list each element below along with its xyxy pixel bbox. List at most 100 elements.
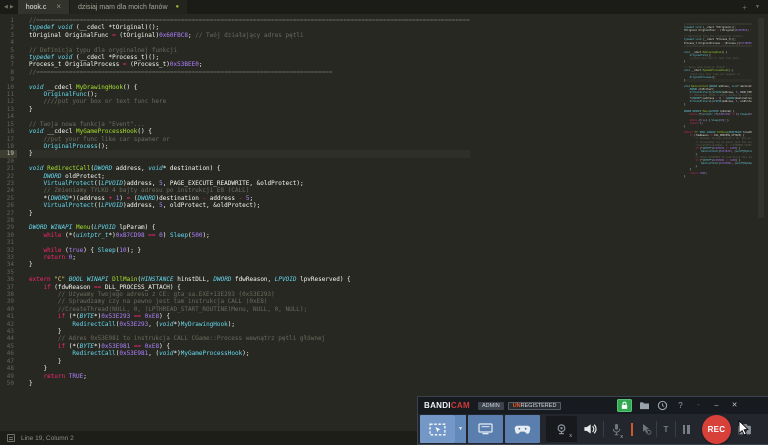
code-line[interactable]: *(DWORD*)(address + 1) = (DWORD)destinat… (29, 195, 470, 202)
output-folder-button[interactable] (639, 400, 650, 411)
code-line[interactable]: Process_t OriginalProcess = (Process_t)0… (29, 61, 470, 68)
tab-dzisiaj[interactable]: dzisiaj mam dla moich fanów ● (70, 0, 187, 14)
fullscreen-mode-button[interactable] (468, 415, 503, 443)
line-number: 14 (0, 113, 17, 120)
line-number: 25 (0, 195, 17, 202)
tab-hook-c[interactable]: hook.c × (18, 0, 69, 14)
code-line[interactable]: void __cdecl MyGameProcessHook() { (29, 128, 470, 135)
code-editor[interactable]: 1234567891011121314151617181920212223242… (0, 14, 768, 431)
line-number: 24 (0, 187, 17, 194)
pause-button[interactable] (676, 415, 696, 443)
tab-list-icon[interactable]: ▼ (755, 4, 760, 10)
line-number: 13 (0, 106, 17, 113)
code-line[interactable] (29, 113, 470, 120)
code-line[interactable]: typedef void (__cdecl *Process_t)(); (29, 54, 470, 61)
code-line[interactable]: void __cdecl MyDrawingHook() { (29, 84, 470, 91)
line-number: 40 (0, 306, 17, 313)
code-line[interactable]: // Adres 0x53E981 to instrukcja CALL CGa… (29, 335, 470, 342)
code-line[interactable]: while (*(uintptr_t*)0xB7CD98 == 0) Sleep… (29, 232, 470, 239)
line-number: 30 (0, 232, 17, 239)
code-line[interactable]: } (29, 358, 470, 365)
tab-label: hook.c (26, 4, 47, 11)
line-number: 19 (0, 150, 17, 157)
microphone-toggle-button[interactable]: x (604, 415, 628, 443)
code-line[interactable]: typedef void (__cdecl *tOriginal)(); (29, 24, 470, 31)
tab-scroll-left-icon[interactable]: ◀ (4, 4, 8, 10)
code-line[interactable] (29, 269, 470, 276)
game-mode-button[interactable] (505, 415, 540, 443)
minimap[interactable]: //======================================… (684, 23, 752, 193)
tab-scroll-right-icon[interactable]: ▶ (10, 4, 14, 10)
code-line[interactable]: } (29, 261, 470, 268)
line-number: 29 (0, 224, 17, 231)
code-line[interactable]: RedirectCall(0x53E981, (void*)MyGameProc… (29, 350, 470, 357)
tab-scroll-buttons[interactable]: ◀ ▶ (0, 0, 18, 14)
code-line[interactable]: // Twoja nowa funkcja "Event"... (29, 121, 470, 128)
code-line[interactable]: } (29, 150, 470, 157)
code-line[interactable]: } (29, 380, 470, 387)
code-line[interactable]: OriginalProcess(); (29, 143, 470, 150)
line-number: 32 (0, 247, 17, 254)
code-line[interactable]: ////put your box or text func here (29, 98, 470, 105)
code-line[interactable]: DWORD WINAPI Menu(LPVOID lpParam) { (29, 224, 470, 231)
code-line[interactable]: // Używamy Twojego adresu z CE: gta_sa.E… (29, 291, 470, 298)
code-line[interactable]: } (29, 106, 470, 113)
bandicam-titlebar[interactable]: BANDICAM ADMIN UNREGISTERED ? - – ✕ (418, 397, 768, 414)
code-line[interactable]: tOriginal OriginalFunc = (tOriginal)0x60… (29, 32, 470, 39)
line-number: 34 (0, 261, 17, 268)
code-line[interactable]: } (29, 210, 470, 217)
timer-button[interactable] (657, 400, 668, 411)
minimize-button[interactable]: – (711, 400, 722, 411)
tab-close-icon[interactable]: × (56, 3, 61, 11)
unregistered-badge: UNREGISTERED (508, 402, 562, 410)
code-line[interactable]: OriginalFunc(); (29, 91, 470, 98)
webcam-toggle-button[interactable]: x (546, 416, 577, 442)
new-tab-icon[interactable]: + (742, 3, 747, 12)
code-line[interactable] (29, 158, 470, 165)
speaker-toggle-button[interactable] (577, 415, 603, 443)
code-line[interactable]: //CreateThread(NULL, 0, (LPTHREAD_START_… (29, 306, 470, 313)
code-line[interactable]: return TRUE; (29, 373, 470, 380)
code-line[interactable]: VirtualProtect((LPVOID)address, 5, oldPr… (29, 202, 470, 209)
screen-region-mode-button[interactable] (420, 415, 455, 443)
code-line[interactable]: RedirectCall(0x53E293, (void*)MyDrawingH… (29, 321, 470, 328)
tab-bar: ◀ ▶ hook.c × dzisiaj mam dla moich fanów… (0, 0, 768, 14)
code-line[interactable]: void RedirectCall(DWORD address, void* d… (29, 165, 470, 172)
code-line[interactable] (29, 239, 470, 246)
code-line[interactable]: if (*(BYTE*)0x53E293 == 0xE8) { (29, 313, 470, 320)
code-lines[interactable]: //======================================… (29, 17, 470, 387)
help-button[interactable]: ? (675, 400, 686, 411)
code-line[interactable] (29, 39, 470, 46)
code-line[interactable]: return 0; (29, 254, 470, 261)
mic-off-indicator: x (620, 434, 623, 440)
close-button[interactable]: ✕ (729, 400, 740, 411)
line-number: 39 (0, 298, 17, 305)
code-line[interactable]: } (29, 328, 470, 335)
code-line[interactable]: //======================================… (29, 17, 470, 24)
unsaved-dot-icon: ● (176, 4, 180, 10)
mouse-effects-button[interactable] (636, 415, 656, 443)
code-line[interactable]: //put your func like car spawner or (29, 136, 470, 143)
record-button[interactable]: REC (702, 415, 731, 444)
code-line[interactable]: //======================================… (29, 69, 470, 76)
scrollbar-thumb[interactable] (758, 18, 764, 218)
code-line[interactable]: if (fdwReason == DLL_PROCESS_ATTACH) { (29, 284, 470, 291)
code-line[interactable]: if (*(BYTE*)0x53E981 == 0xE8) { (29, 343, 470, 350)
text-overlay-button[interactable]: T (657, 415, 675, 443)
code-line[interactable] (29, 76, 470, 83)
code-line[interactable]: // Zmieniamy TYLKO 4 bajty adresu po ins… (29, 187, 470, 194)
pin-button[interactable]: - (693, 400, 704, 411)
code-line[interactable]: // Sprawdzamy czy na pewno jest tam inst… (29, 298, 470, 305)
lock-button[interactable] (617, 399, 632, 412)
code-line[interactable]: } (29, 365, 470, 372)
mode-dropdown-button[interactable]: ▼ (455, 415, 466, 443)
code-line[interactable]: DWORD oldProtect; (29, 173, 470, 180)
line-number: 45 (0, 343, 17, 350)
code-line[interactable] (29, 217, 470, 224)
code-line[interactable]: while (true) { Sleep(10); } (29, 247, 470, 254)
code-line: //======================================… (684, 45, 752, 48)
code-line[interactable]: VirtualProtect((LPVOID)address, 5, PAGE_… (29, 180, 470, 187)
fullscreen-monitor-icon (477, 423, 494, 435)
code-line[interactable]: // Definicja typu dla oryginalnej funkcj… (29, 47, 470, 54)
code-line[interactable]: extern "C" BOOL WINAPI DllMain(HINSTANCE… (29, 276, 470, 283)
